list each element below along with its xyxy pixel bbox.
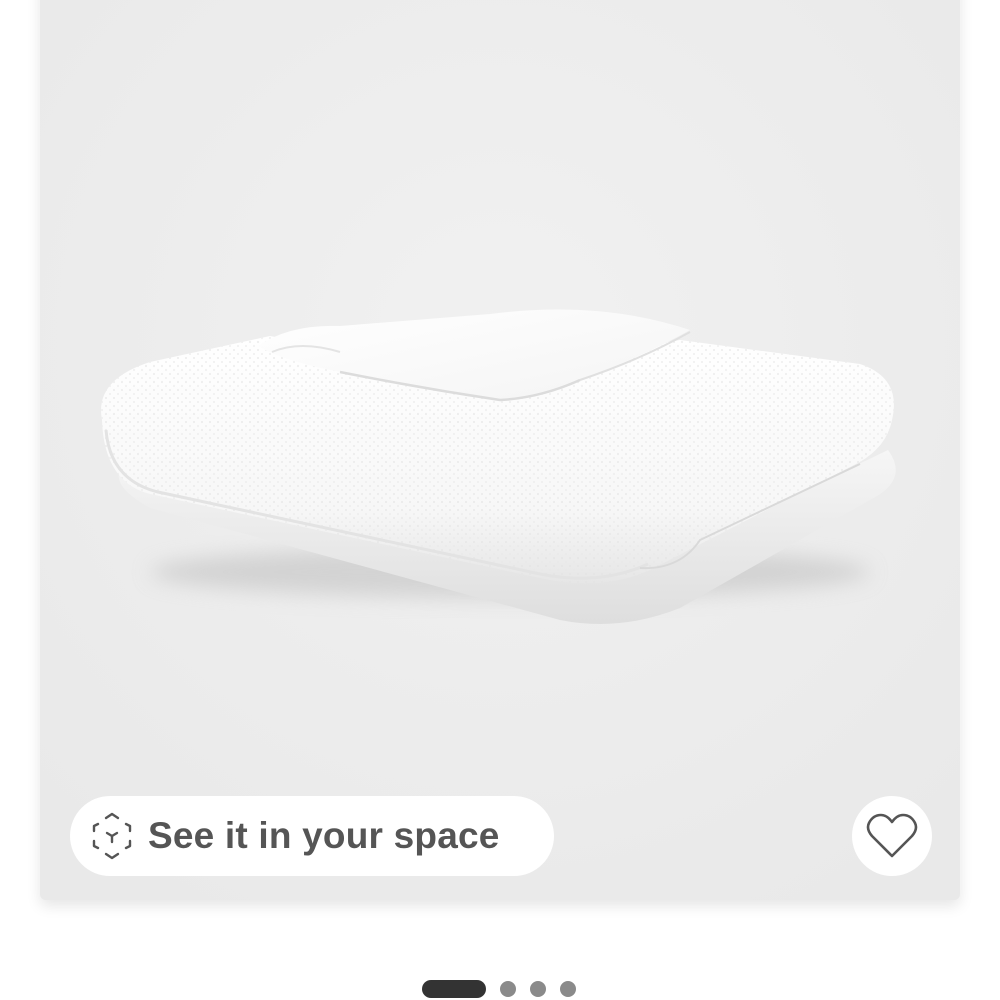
pager-dot-1[interactable] (422, 980, 486, 998)
heart-outline-icon (866, 813, 918, 858)
product-image (40, 0, 960, 900)
favorite-button[interactable] (852, 796, 932, 876)
ar-cube-icon (90, 812, 134, 860)
pager-dot-3[interactable] (530, 981, 546, 997)
product-detail-page: See it in your space (0, 0, 1000, 1000)
pager-dot-2[interactable] (500, 981, 516, 997)
carousel-pager (422, 980, 576, 998)
see-it-in-your-space-label: See it in your space (148, 815, 500, 856)
product-image-card[interactable] (40, 0, 960, 900)
see-it-in-your-space-button[interactable]: See it in your space (70, 796, 554, 876)
pager-dot-4[interactable] (560, 981, 576, 997)
